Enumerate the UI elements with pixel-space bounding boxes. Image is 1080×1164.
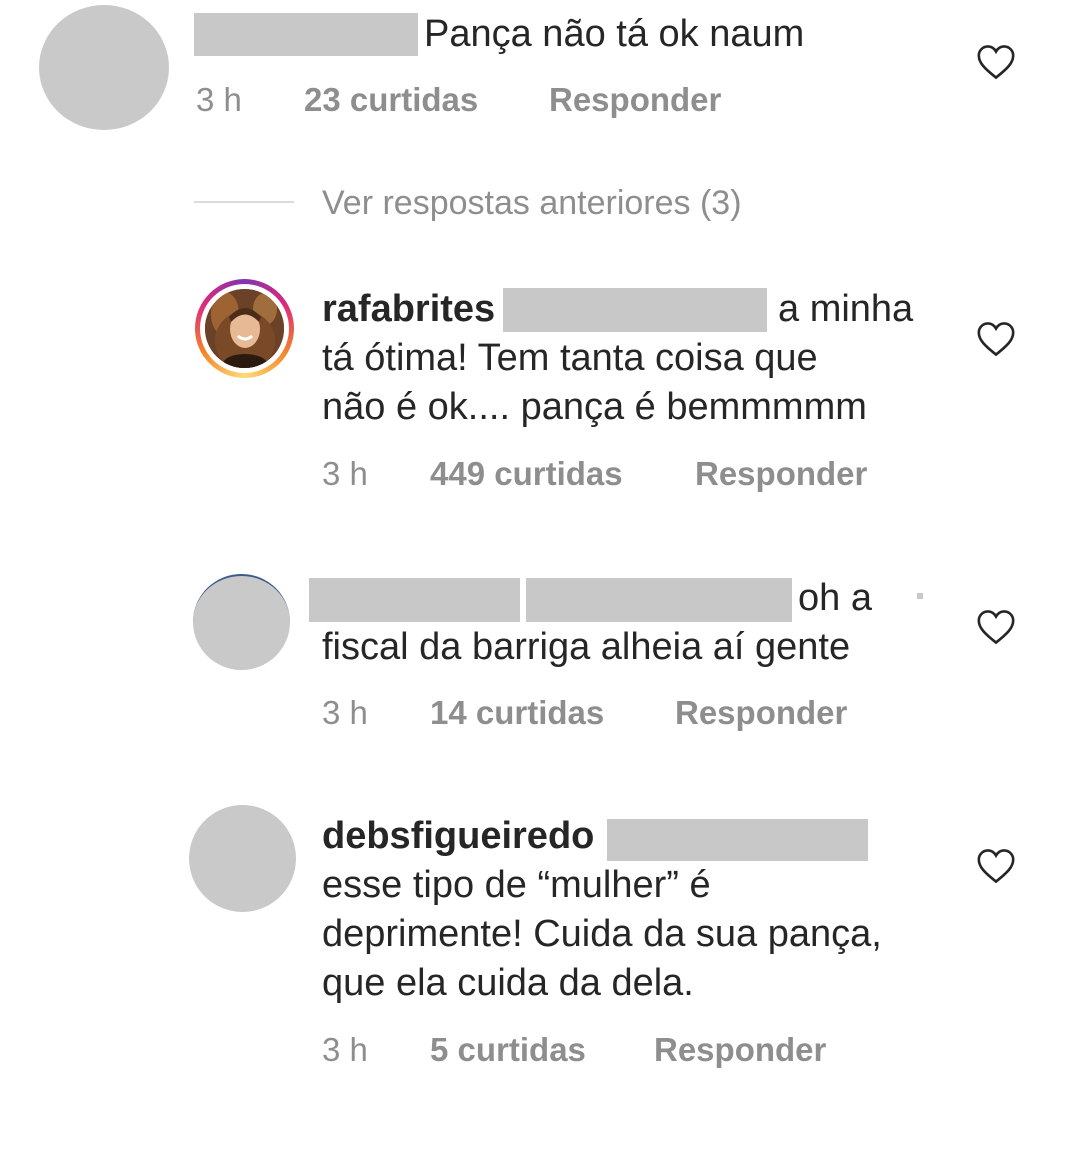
comment-time: 3 h <box>322 694 368 731</box>
comment-text: deprimente! Cuida da sua pança, <box>322 913 882 955</box>
comment-time: 3 h <box>322 455 368 492</box>
redacted-mention <box>503 288 767 332</box>
comment-text: fiscal da barriga alheia aí gente <box>322 626 851 668</box>
avatar <box>205 289 284 368</box>
comment-text: oh a <box>798 577 872 619</box>
reply-button[interactable]: Responder <box>654 1030 826 1070</box>
comment-username[interactable]: debsfigueiredo <box>322 812 594 861</box>
likes-count[interactable]: 14 curtidas <box>430 693 604 733</box>
comment-text: não é ok.... pança é bemmmmm <box>322 386 867 428</box>
replies-divider <box>194 201 294 203</box>
heart-outline-icon[interactable] <box>976 44 1016 80</box>
comment-time: 3 h <box>196 81 242 118</box>
comment-text: tá ótima! Tem tanta coisa que <box>322 337 818 379</box>
redacted-mention <box>607 819 868 861</box>
redaction-artifact <box>917 593 923 599</box>
avatar[interactable] <box>193 574 290 670</box>
likes-count[interactable]: 5 curtidas <box>430 1030 586 1070</box>
likes-count[interactable]: 23 curtidas <box>304 80 478 120</box>
reply-button[interactable]: Responder <box>695 454 867 494</box>
heart-outline-icon[interactable] <box>976 609 1016 645</box>
view-previous-replies-button[interactable]: Ver respostas anteriores (3) <box>322 183 742 223</box>
likes-count[interactable]: 449 curtidas <box>430 454 623 494</box>
comment-time: 3 h <box>322 1031 368 1068</box>
comment-text: Pança não tá ok naum <box>424 13 805 55</box>
heart-outline-icon[interactable] <box>976 848 1016 884</box>
reply-button[interactable]: Responder <box>675 693 847 733</box>
avatar[interactable] <box>189 805 296 912</box>
redacted-username <box>309 578 520 622</box>
comment-text: a minha <box>778 288 914 330</box>
redacted-username <box>194 13 418 56</box>
comment-username[interactable]: rafabrites <box>322 285 495 334</box>
avatar-story-ring[interactable] <box>195 279 294 378</box>
redacted-mention <box>526 578 792 622</box>
avatar[interactable] <box>39 5 169 130</box>
comment-text: que ela cuida da dela. <box>322 962 694 1004</box>
comment-text: esse tipo de “mulher” é <box>322 864 711 906</box>
heart-outline-icon[interactable] <box>976 321 1016 357</box>
reply-button[interactable]: Responder <box>549 80 721 120</box>
